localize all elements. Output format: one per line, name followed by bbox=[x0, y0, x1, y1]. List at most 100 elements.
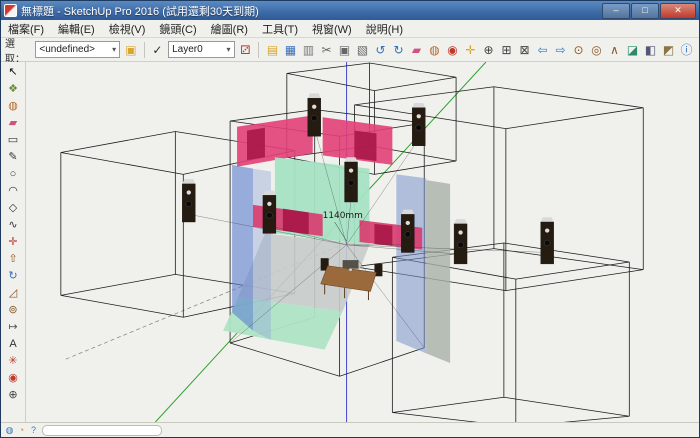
hint-box bbox=[42, 425, 162, 436]
tool-push-pull[interactable]: ⇧ bbox=[3, 250, 23, 267]
maximize-button[interactable]: □ bbox=[631, 3, 659, 19]
speaker[interactable] bbox=[401, 210, 414, 253]
dark-red-panel[interactable] bbox=[283, 209, 309, 235]
layer-visibility-icon[interactable]: ✓ bbox=[150, 41, 166, 59]
toolbar-print[interactable]: ▥ bbox=[300, 41, 317, 59]
menu-bar: 檔案(F)編輯(E)檢視(V)鏡頭(C)繪圖(R)工具(T)視窗(W)說明(H) bbox=[1, 20, 699, 38]
speaker[interactable] bbox=[454, 219, 467, 264]
menu-view[interactable]: 檢視(V) bbox=[102, 21, 153, 37]
tool-axes[interactable]: ✳ bbox=[3, 352, 23, 369]
tool-scale[interactable]: ◿ bbox=[3, 284, 23, 301]
toolbar-cut[interactable]: ✂ bbox=[318, 41, 335, 59]
toolbar-position-camera[interactable]: ⊙ bbox=[570, 41, 587, 59]
gray-right-wall[interactable] bbox=[426, 180, 450, 363]
tool-move[interactable]: ✛ bbox=[3, 233, 23, 250]
tool-rectangle[interactable]: ▭ bbox=[3, 131, 23, 148]
menu-camera[interactable]: 鏡頭(C) bbox=[152, 21, 203, 37]
speaker[interactable] bbox=[308, 93, 321, 136]
menu-draw[interactable]: 繪圖(R) bbox=[204, 21, 255, 37]
sketchup-window: 無標題 - SketchUp Pro 2016 (試用還剩30天到期) – □ … bbox=[0, 0, 700, 438]
tool-select[interactable]: ↖ bbox=[3, 63, 23, 80]
chevron-down-icon: ▾ bbox=[227, 45, 231, 54]
selection-dropdown[interactable]: <undefined> ▾ bbox=[35, 41, 120, 58]
status-icons: ◍◔? bbox=[4, 425, 39, 436]
tool-arc[interactable]: ◠ bbox=[3, 182, 23, 199]
dark-red-panel[interactable] bbox=[355, 131, 377, 161]
chevron-down-icon: ▾ bbox=[112, 45, 116, 54]
status-icon-geo-location[interactable]: ◍ bbox=[4, 425, 15, 436]
window-controls: – □ ✕ bbox=[602, 3, 696, 19]
menu-edit[interactable]: 編輯(E) bbox=[51, 21, 102, 37]
toolbar-next-view[interactable]: ⇨ bbox=[552, 41, 569, 59]
tool-rotate[interactable]: ↻ bbox=[3, 267, 23, 284]
blue-right-wall[interactable] bbox=[396, 174, 426, 353]
tool-freehand[interactable]: ∿ bbox=[3, 216, 23, 233]
toolbar-model-info[interactable]: ⓘ bbox=[678, 41, 695, 59]
toolbar-pan[interactable]: ✛ bbox=[462, 41, 479, 59]
monitor[interactable] bbox=[343, 260, 359, 269]
dark-red-panel[interactable] bbox=[247, 128, 265, 160]
status-bar: ◍◔? bbox=[1, 422, 699, 437]
close-button[interactable]: ✕ bbox=[660, 3, 696, 19]
menu-window[interactable]: 視窗(W) bbox=[305, 21, 359, 37]
toolbar-zoom-extents[interactable]: ⊠ bbox=[516, 41, 533, 59]
speaker[interactable] bbox=[412, 103, 425, 146]
status-icon-help[interactable]: ? bbox=[28, 425, 39, 436]
minimize-button[interactable]: – bbox=[602, 3, 630, 19]
speaker[interactable] bbox=[345, 157, 358, 202]
tool-text[interactable]: A bbox=[3, 335, 23, 352]
speaker[interactable] bbox=[182, 179, 195, 222]
tool-offset[interactable]: ⊚ bbox=[3, 301, 23, 318]
selection-value: <undefined> bbox=[39, 44, 95, 55]
toolbar-separator bbox=[258, 42, 259, 58]
toolbar-erase[interactable]: ▰ bbox=[408, 41, 425, 59]
toolbar-icons: ▤▦▥✂▣▧↺↻▰◍◉✛⊕⊞⊠⇦⇨⊙◎∧◪◧◩ⓘ bbox=[264, 41, 695, 59]
tool-paint-bucket[interactable]: ◍ bbox=[3, 97, 23, 114]
toolbar-copy[interactable]: ▣ bbox=[336, 41, 353, 59]
status-icon-credits[interactable]: ◔ bbox=[16, 425, 27, 436]
toolbar-orbit[interactable]: ◉ bbox=[444, 41, 461, 59]
tool-eraser[interactable]: ▰ bbox=[3, 114, 23, 131]
3d-viewport[interactable]: 1140mm bbox=[26, 62, 699, 422]
tool-line[interactable]: ✎ bbox=[3, 148, 23, 165]
blue-left-wall[interactable] bbox=[232, 165, 253, 331]
speaker[interactable] bbox=[263, 191, 276, 234]
tool-palette: ↖❖◍▰▭✎○◠◇∿✛⇧↻◿⊚↦A✳◉⊕ bbox=[1, 62, 26, 422]
color-by-layer-dice-icon[interactable]: ⚂ bbox=[238, 41, 254, 59]
toolbar-walk[interactable]: ∧ bbox=[606, 41, 623, 59]
tool-orbit[interactable]: ◉ bbox=[3, 369, 23, 386]
toolbar-separator bbox=[144, 42, 145, 58]
toolbar-zoom[interactable]: ⊕ bbox=[480, 41, 497, 59]
dark-red-panel[interactable] bbox=[374, 224, 392, 246]
menu-help[interactable]: 說明(H) bbox=[359, 21, 410, 37]
toolbar-redo[interactable]: ↻ bbox=[390, 41, 407, 59]
desk-item bbox=[349, 268, 352, 271]
tool-make-component[interactable]: ❖ bbox=[3, 80, 23, 97]
tool-zoom[interactable]: ⊕ bbox=[3, 386, 23, 403]
toolbar-previous-view[interactable]: ⇦ bbox=[534, 41, 551, 59]
toolbar-undo[interactable]: ↺ bbox=[372, 41, 389, 59]
window-title: 無標題 - SketchUp Pro 2016 (試用還剩30天到期) bbox=[21, 3, 598, 19]
drawing-canvas[interactable]: 1140mm bbox=[26, 62, 699, 422]
toolbar-styles[interactable]: ◧ bbox=[642, 41, 659, 59]
toolbar-open[interactable]: ▤ bbox=[264, 41, 281, 59]
app-icon bbox=[4, 4, 17, 17]
toolbar-paste[interactable]: ▧ bbox=[354, 41, 371, 59]
in-model-component-icon[interactable]: ▣ bbox=[123, 41, 139, 59]
selection-label: 選取： bbox=[5, 35, 32, 65]
main-toolbar: 選取： <undefined> ▾ ▣ ✓ Layer0 ▾ ⚂ ▤▦▥✂▣▧↺… bbox=[1, 38, 699, 62]
layer-dropdown[interactable]: Layer0 ▾ bbox=[168, 41, 234, 58]
toolbar-save[interactable]: ▦ bbox=[282, 41, 299, 59]
toolbar-section-plane[interactable]: ◪ bbox=[624, 41, 641, 59]
toolbar-paint-bucket[interactable]: ◍ bbox=[426, 41, 443, 59]
menu-tools[interactable]: 工具(T) bbox=[255, 21, 305, 37]
tool-tape-measure[interactable]: ↦ bbox=[3, 318, 23, 335]
title-bar[interactable]: 無標題 - SketchUp Pro 2016 (試用還剩30天到期) – □ … bbox=[1, 1, 699, 20]
tool-circle[interactable]: ○ bbox=[3, 165, 23, 182]
tool-polygon[interactable]: ◇ bbox=[3, 199, 23, 216]
toolbar-shadows[interactable]: ◩ bbox=[660, 41, 677, 59]
toolbar-look-around[interactable]: ◎ bbox=[588, 41, 605, 59]
layer-value: Layer0 bbox=[172, 44, 203, 55]
speaker[interactable] bbox=[541, 217, 554, 264]
toolbar-zoom-window[interactable]: ⊞ bbox=[498, 41, 515, 59]
